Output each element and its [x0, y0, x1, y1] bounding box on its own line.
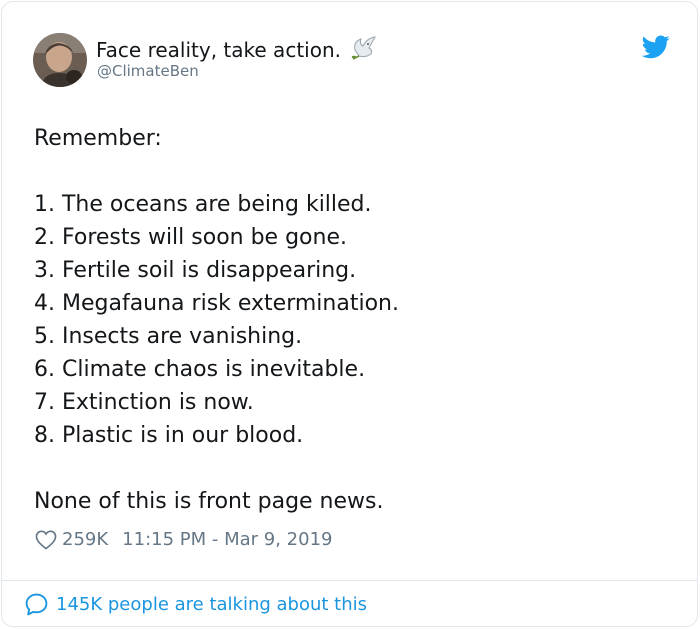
tweet-text: Remember: 1. The oceans are being killed…: [34, 122, 399, 518]
display-name[interactable]: Face reality, take action.: [96, 36, 377, 62]
conversation-link[interactable]: 145K people are talking about this: [24, 592, 367, 617]
list-item: 6. Climate chaos is inevitable.: [34, 357, 366, 382]
list-item: 1. The oceans are being killed.: [34, 192, 372, 217]
tweet-closing: None of this is front page news.: [34, 489, 384, 514]
display-name-text: Face reality, take action.: [96, 38, 341, 62]
tweet-meta: 259K 11:15 PM - Mar 9, 2019: [35, 529, 332, 550]
user-handle[interactable]: @ClimateBen: [97, 62, 199, 80]
tweet-intro: Remember:: [34, 126, 162, 151]
conversation-label: 145K people are talking about this: [56, 594, 368, 615]
speech-bubble-icon: [25, 593, 48, 616]
list-item: 4. Megafauna risk extermination.: [34, 291, 399, 316]
twitter-bird-icon[interactable]: [642, 35, 670, 59]
list-item: 2. Forests will soon be gone.: [34, 225, 347, 250]
tweet-timestamp[interactable]: 11:15 PM - Mar 9, 2019: [122, 529, 332, 550]
heart-icon[interactable]: [35, 530, 57, 550]
list-item: 3. Fertile soil is disappearing.: [34, 258, 357, 283]
tweet-card: Face reality, take action. @ClimateBen R…: [1, 1, 698, 627]
list-item: 7. Extinction is now.: [34, 390, 254, 415]
list-item: 5. Insects are vanishing.: [34, 324, 303, 349]
like-count[interactable]: 259K: [62, 529, 108, 550]
avatar[interactable]: [33, 33, 87, 87]
divider: [2, 580, 697, 581]
dove-icon: [352, 36, 377, 60]
list-item: 8. Plastic is in our blood.: [34, 423, 304, 448]
